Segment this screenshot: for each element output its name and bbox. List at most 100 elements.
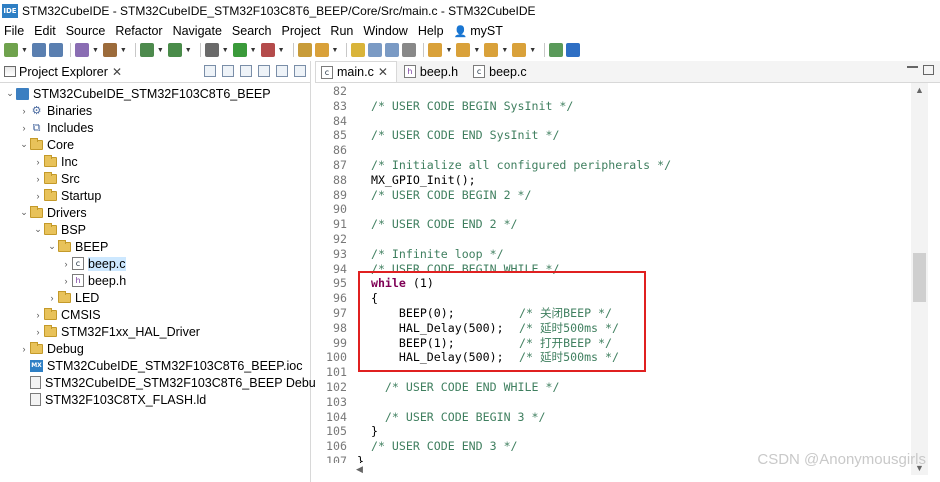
build-config-icon[interactable] bbox=[74, 43, 89, 57]
chevron-down-icon[interactable]: ⌄ bbox=[32, 224, 44, 235]
view-menu-icon[interactable] bbox=[258, 65, 270, 77]
dropdown-arrow-icon[interactable]: ▼ bbox=[278, 47, 285, 54]
pen-icon[interactable] bbox=[351, 43, 366, 57]
menu-search[interactable]: Search bbox=[232, 24, 272, 38]
tree-item[interactable]: › ⚙ Binaries bbox=[0, 102, 310, 119]
build-icon[interactable] bbox=[102, 43, 117, 57]
chevron-down-icon[interactable]: ⌄ bbox=[18, 207, 30, 218]
minimize-icon[interactable] bbox=[276, 65, 288, 77]
tree-item[interactable]: STM32F103C8TX_FLASH.ld bbox=[0, 391, 310, 408]
settings-icon[interactable] bbox=[204, 43, 219, 57]
back-icon[interactable] bbox=[484, 43, 499, 57]
tree-item[interactable]: ⌄ Drivers bbox=[0, 204, 310, 221]
dropdown-arrow-icon[interactable]: ▼ bbox=[92, 47, 99, 54]
menu-edit[interactable]: Edit bbox=[34, 24, 56, 38]
tree-item[interactable]: ⌄ Core bbox=[0, 136, 310, 153]
prev-annotation-icon[interactable] bbox=[456, 43, 471, 57]
dropdown-arrow-icon[interactable]: ▼ bbox=[157, 47, 164, 54]
chevron-right-icon[interactable]: › bbox=[60, 276, 72, 286]
menu-file[interactable]: File bbox=[4, 24, 24, 38]
chevron-right-icon[interactable]: › bbox=[18, 106, 30, 116]
chevron-down-icon[interactable]: ⌄ bbox=[46, 241, 58, 252]
chevron-right-icon[interactable]: › bbox=[18, 344, 30, 354]
new-icon[interactable] bbox=[4, 43, 18, 57]
tree-item[interactable]: › LED bbox=[0, 289, 310, 306]
dropdown-arrow-icon[interactable]: ▼ bbox=[529, 47, 536, 54]
tab-beep-h[interactable]: h beep.h bbox=[399, 61, 466, 82]
scroll-up-arrow-icon[interactable]: ▲ bbox=[915, 85, 924, 95]
tree-item[interactable]: › Inc bbox=[0, 153, 310, 170]
perspective-icon[interactable] bbox=[549, 43, 564, 57]
code-line: 89 /* USER CODE BEGIN 2 */ bbox=[315, 188, 531, 203]
chevron-right-icon[interactable]: › bbox=[32, 157, 44, 167]
collapse-all-icon[interactable] bbox=[204, 65, 216, 77]
external-tools-icon[interactable] bbox=[260, 43, 275, 57]
chevron-right-icon[interactable]: › bbox=[46, 293, 58, 303]
tree-item[interactable]: › Debug bbox=[0, 340, 310, 357]
tree-item[interactable]: › Src bbox=[0, 170, 310, 187]
run-icon[interactable] bbox=[232, 43, 247, 57]
tree-item[interactable]: › CMSIS bbox=[0, 306, 310, 323]
tree-item[interactable]: ⌄ BSP bbox=[0, 221, 310, 238]
dropdown-arrow-icon[interactable]: ▼ bbox=[501, 47, 508, 54]
save-all-icon[interactable] bbox=[48, 43, 63, 57]
chevron-down-icon[interactable]: ⌄ bbox=[18, 139, 30, 150]
menu-run[interactable]: Run bbox=[330, 24, 353, 38]
menu-project[interactable]: Project bbox=[282, 24, 321, 38]
paragraph-icon[interactable] bbox=[402, 43, 417, 57]
tree-item[interactable]: ⌄ BEEP bbox=[0, 238, 310, 255]
chevron-right-icon[interactable]: › bbox=[32, 327, 44, 337]
editor-minimize-icon[interactable] bbox=[907, 66, 918, 68]
link-with-editor-icon[interactable] bbox=[222, 65, 234, 77]
list-icon[interactable] bbox=[385, 43, 400, 57]
menu-window[interactable]: Window bbox=[363, 24, 407, 38]
tab-main-c[interactable]: c main.c ✕ bbox=[315, 61, 397, 82]
chevron-right-icon[interactable]: › bbox=[32, 191, 44, 201]
dropdown-arrow-icon[interactable]: ▼ bbox=[473, 47, 480, 54]
filter-icon[interactable] bbox=[240, 65, 252, 77]
debug-icon[interactable] bbox=[139, 43, 154, 57]
menu-help[interactable]: Help bbox=[418, 24, 444, 38]
tab-project-explorer[interactable]: Project Explorer ✕ bbox=[0, 61, 126, 83]
forward-icon[interactable] bbox=[512, 43, 527, 57]
chevron-right-icon[interactable]: › bbox=[60, 259, 72, 269]
editor-vertical-scrollbar[interactable]: ▲ ▼ bbox=[911, 83, 928, 475]
scrollbar-thumb[interactable] bbox=[913, 253, 926, 302]
menu-navigate[interactable]: Navigate bbox=[173, 24, 222, 38]
dropdown-arrow-icon[interactable]: ▼ bbox=[21, 47, 28, 54]
menu-source[interactable]: Source bbox=[66, 24, 106, 38]
tree-item[interactable]: STM32CubeIDE_STM32F103C8T6_BEEP Debug.la… bbox=[0, 374, 363, 391]
chevron-right-icon[interactable]: › bbox=[32, 174, 44, 184]
chevron-down-icon[interactable]: ⌄ bbox=[4, 88, 16, 99]
tree-item[interactable]: ⌄ STM32CubeIDE_STM32F103C8T6_BEEP bbox=[0, 85, 310, 102]
dropdown-arrow-icon[interactable]: ▼ bbox=[332, 47, 339, 54]
tree-item[interactable]: › h beep.h bbox=[0, 272, 310, 289]
info-icon[interactable] bbox=[566, 43, 581, 57]
dropdown-arrow-icon[interactable]: ▼ bbox=[250, 47, 257, 54]
next-annotation-icon[interactable] bbox=[428, 43, 443, 57]
tree-item[interactable]: › STM32F1xx_HAL_Driver bbox=[0, 323, 310, 340]
dropdown-arrow-icon[interactable]: ▼ bbox=[445, 47, 452, 54]
refresh-icon[interactable] bbox=[167, 43, 182, 57]
menu-myst[interactable]: myST bbox=[470, 24, 503, 38]
tab-beep-c[interactable]: c beep.c bbox=[468, 61, 535, 82]
open-type-icon[interactable] bbox=[297, 43, 312, 57]
tree-item[interactable]: › c beep.c bbox=[0, 255, 310, 272]
search-icon[interactable] bbox=[314, 43, 329, 57]
dropdown-arrow-icon[interactable]: ▼ bbox=[185, 47, 192, 54]
editor-maximize-icon[interactable] bbox=[923, 65, 934, 75]
tree-item[interactable]: › ⧉ Includes bbox=[0, 119, 310, 136]
chevron-right-icon[interactable]: › bbox=[32, 310, 44, 320]
dropdown-arrow-icon[interactable]: ▼ bbox=[222, 47, 229, 54]
save-icon[interactable] bbox=[31, 43, 46, 57]
toggle-icon[interactable] bbox=[368, 43, 383, 57]
close-icon[interactable]: ✕ bbox=[112, 65, 122, 79]
tree-item[interactable]: › Startup bbox=[0, 187, 310, 204]
menu-refactor[interactable]: Refactor bbox=[115, 24, 162, 38]
close-icon[interactable]: ✕ bbox=[378, 65, 388, 79]
chevron-right-icon[interactable]: › bbox=[18, 123, 30, 133]
maximize-icon[interactable] bbox=[294, 65, 306, 77]
tree-item[interactable]: MX STM32CubeIDE_STM32F103C8T6_BEEP.ioc bbox=[0, 357, 310, 374]
scroll-left-arrow-icon[interactable]: ◀ bbox=[356, 464, 363, 475]
dropdown-arrow-icon[interactable]: ▼ bbox=[120, 47, 127, 54]
